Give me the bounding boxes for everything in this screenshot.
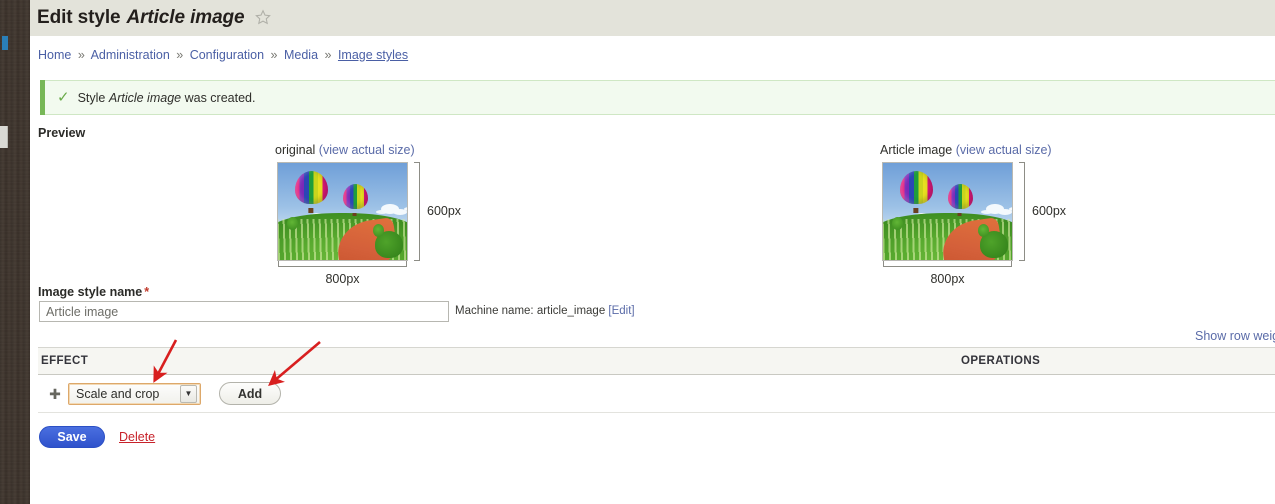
image-style-edit-page: Edit style Article image Home » Administ… [0,0,1275,504]
width-label-derived: 800px [930,272,965,286]
height-label-derived: 600px [1032,204,1067,218]
image-style-name-label-text: Image style name [38,285,143,299]
annotation-arrows [153,339,321,387]
view-actual-size-link-original[interactable]: (view actual size) [319,143,415,157]
page-title: Edit style Article image [37,7,271,29]
preview-image-original[interactable] [277,162,408,261]
preview-derived-caption: Article image (view actual size) [880,143,1066,157]
breadcrumb-separator: » [270,48,278,62]
preview-derived: Article image (view actual size) 600px 8… [845,143,1066,286]
admin-toolbar-strip[interactable] [0,0,30,504]
breadcrumb-item-image-styles[interactable]: Image styles [338,48,408,62]
height-label-original: 600px [427,204,462,218]
delete-link[interactable]: Delete [119,430,155,444]
page-title-prefix: Edit style [37,7,121,28]
check-icon: ✓ [57,89,70,106]
machine-name-display: Machine name: article_image [Edit] [455,305,635,317]
status-text-before: Style [77,90,106,105]
width-bracket-derived [883,261,1012,267]
width-label-original: 800px [325,272,360,286]
column-header-operations: OPERATIONS [961,355,1041,367]
image-style-name-input[interactable] [39,301,449,322]
breadcrumb: Home » Administration » Configuration » … [38,48,408,62]
show-row-weights-link[interactable]: Show row weights [1195,329,1275,343]
show-row-weights[interactable]: Show row weights [1195,329,1275,343]
status-accent-bar [40,80,45,115]
preview-section-label: Preview [38,126,86,140]
machine-name-text: Machine name: article_image [455,305,606,317]
breadcrumb-item-administration[interactable]: Administration [91,48,170,62]
machine-name-edit-link[interactable]: [Edit] [608,305,634,317]
status-message-text: Style Article image was created. [78,91,256,105]
breadcrumb-item-configuration[interactable]: Configuration [190,48,264,62]
preview-original: original (view actual size) 600px 800px [240,143,461,286]
status-style-name: Article image [108,90,182,105]
save-button[interactable]: Save [39,426,105,448]
column-header-effect: EFFECT [41,355,89,367]
toolbar-tab-handle[interactable] [0,126,8,148]
effect-select[interactable]: Scale and crop ▼ [68,382,201,405]
preview-original-caption: original (view actual size) [275,143,461,157]
breadcrumb-item-home[interactable]: Home [38,48,71,62]
page-header: Edit style Article image [30,0,1275,36]
add-effect-button[interactable]: Add [219,382,281,405]
preview-derived-label: Article image [880,143,953,157]
table-row: ✚ Scale and crop ▼ Add [38,375,1275,413]
toolbar-accent-marker [2,36,8,50]
breadcrumb-separator: » [77,48,85,62]
status-text-after: was created. [184,90,256,105]
drag-handle-icon[interactable]: ✚ [46,387,64,401]
width-bracket-original [278,261,407,267]
star-icon[interactable] [254,9,271,25]
effects-table-header: EFFECT OPERATIONS [38,348,1275,375]
effects-table: EFFECT OPERATIONS ✚ Scale and crop ▼ Add [38,347,1275,413]
view-actual-size-link-derived[interactable]: (view actual size) [956,143,1052,157]
preview-original-label: original [275,143,316,157]
effect-select-value: Scale and crop [76,386,160,401]
status-message: ✓ Style Article image was created. [40,80,1275,115]
breadcrumb-item-media[interactable]: Media [284,48,318,62]
preview-image-derived[interactable] [882,162,1013,261]
required-marker: * [144,285,150,299]
breadcrumb-separator: » [176,48,184,62]
page-title-style-name: Article image [126,7,245,28]
chevron-down-icon: ▼ [180,384,197,403]
height-bracket-original [414,162,420,261]
image-style-name-label: Image style name * [38,285,149,299]
height-bracket-derived [1019,162,1025,261]
breadcrumb-separator: » [324,48,332,62]
